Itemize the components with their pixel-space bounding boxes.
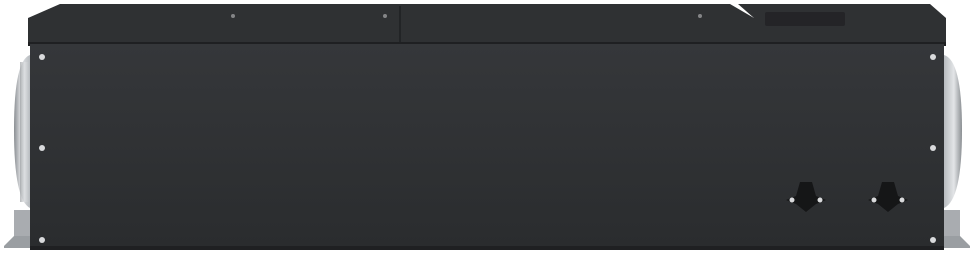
left-duct-collar	[14, 55, 30, 208]
left-mounting-bracket	[4, 210, 30, 248]
screw	[698, 14, 702, 18]
screw	[930, 237, 936, 243]
screw	[39, 237, 45, 243]
screw	[39, 54, 45, 60]
top-lid	[28, 4, 754, 46]
right-duct-collar	[944, 55, 962, 208]
screw	[383, 14, 387, 18]
screw	[231, 14, 235, 18]
screw	[39, 145, 45, 151]
screw	[930, 54, 936, 60]
housing-bottom-edge	[30, 246, 944, 250]
right-mounting-bracket	[944, 210, 970, 248]
screw	[930, 145, 936, 151]
main-housing	[30, 44, 944, 250]
ventilation-unit	[4, 4, 970, 250]
product-photo	[0, 0, 974, 254]
control-box-lid	[738, 4, 946, 46]
